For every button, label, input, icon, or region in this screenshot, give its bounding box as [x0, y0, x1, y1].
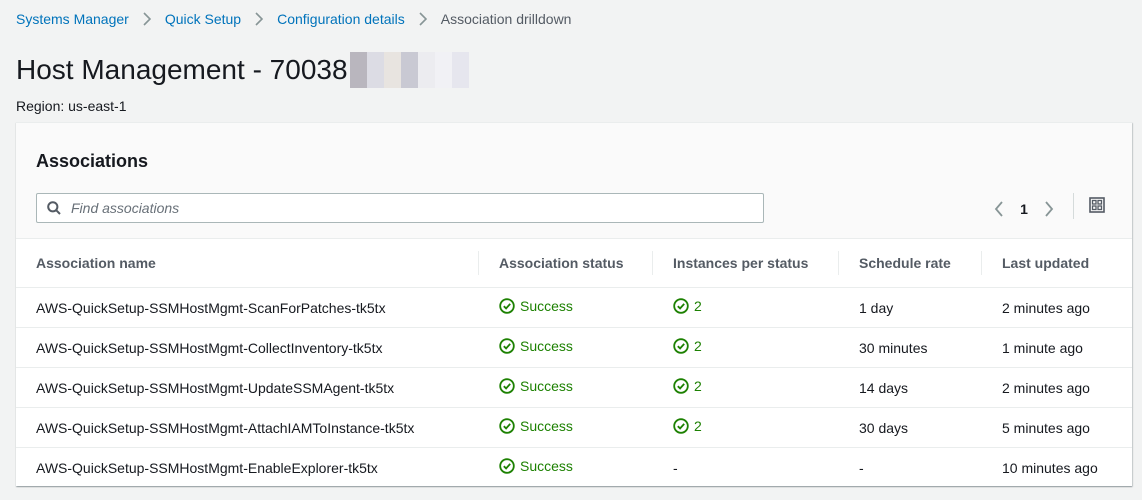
preferences-button[interactable]: [1089, 197, 1105, 213]
previous-page-button[interactable]: [986, 199, 1012, 219]
breadcrumb-current: Association drilldown: [440, 11, 572, 27]
table-row: AWS-QuickSetup-SSMHostMgmt-EnableExplore…: [16, 447, 1132, 487]
association-name: AWS-QuickSetup-SSMHostMgmt-UpdateSSMAgen…: [16, 367, 479, 408]
instances-per-status: -: [653, 447, 839, 487]
schedule-rate: 30 days: [839, 407, 982, 448]
association-name: AWS-QuickSetup-SSMHostMgmt-EnableExplore…: [16, 447, 479, 487]
page-title: Host Management - 70038: [16, 52, 469, 88]
success-check-icon: [499, 458, 515, 474]
search-input[interactable]: [69, 199, 763, 217]
associations-table: Association name Association status Inst…: [16, 239, 1132, 487]
success-check-icon: [499, 338, 515, 354]
column-header-instances-per-status[interactable]: Instances per status: [653, 239, 839, 288]
table-row: AWS-QuickSetup-SSMHostMgmt-ScanForPatche…: [16, 287, 1132, 328]
settings-grid-icon: [1089, 197, 1105, 213]
association-status: Success: [499, 418, 573, 434]
schedule-rate: 30 minutes: [839, 327, 982, 368]
chevron-right-icon: [405, 12, 441, 26]
breadcrumb-quick-setup[interactable]: Quick Setup: [165, 11, 241, 27]
association-name: AWS-QuickSetup-SSMHostMgmt-CollectInvent…: [16, 327, 479, 368]
last-updated: 10 minutes ago: [982, 447, 1132, 487]
breadcrumb-systems-manager[interactable]: Systems Manager: [16, 11, 129, 27]
associations-panel: Associations 1: [16, 122, 1132, 487]
success-check-icon: [499, 298, 515, 314]
association-status: Success: [499, 378, 573, 394]
success-check-icon: [499, 378, 515, 394]
last-updated: 1 minute ago: [982, 327, 1132, 368]
breadcrumb: Systems Manager Quick Setup Configuratio…: [16, 11, 571, 27]
table-row: AWS-QuickSetup-SSMHostMgmt-UpdateSSMAgen…: [16, 367, 1132, 408]
association-status: Success: [499, 298, 573, 314]
chevron-left-icon: [994, 201, 1003, 217]
panel-title: Associations: [36, 151, 149, 171]
pager-divider: [1073, 193, 1074, 219]
redacted-id-block: [349, 52, 469, 88]
association-status: Success: [499, 338, 573, 354]
table-row: AWS-QuickSetup-SSMHostMgmt-CollectInvent…: [16, 327, 1132, 368]
schedule-rate: 14 days: [839, 367, 982, 408]
search-box: [36, 193, 764, 223]
chevron-right-icon: [241, 12, 277, 26]
column-header-association-status[interactable]: Association status: [479, 239, 653, 288]
success-check-icon: [673, 298, 689, 314]
success-check-icon: [673, 418, 689, 434]
page-number[interactable]: 1: [1012, 201, 1036, 217]
instances-per-status: 2: [673, 378, 702, 394]
success-check-icon: [673, 338, 689, 354]
association-name: AWS-QuickSetup-SSMHostMgmt-ScanForPatche…: [16, 287, 479, 328]
last-updated: 5 minutes ago: [982, 407, 1132, 448]
instances-per-status: 2: [673, 298, 702, 314]
column-header-association-name[interactable]: Association name: [16, 239, 479, 288]
association-name: AWS-QuickSetup-SSMHostMgmt-AttachIAMToIn…: [16, 407, 479, 448]
page-title-text: Host Management - 70038: [16, 54, 348, 85]
table-row: AWS-QuickSetup-SSMHostMgmt-AttachIAMToIn…: [16, 407, 1132, 448]
search-icon: [47, 201, 61, 215]
success-check-icon: [499, 418, 515, 434]
association-status: Success: [499, 458, 573, 474]
instances-per-status: 2: [673, 418, 702, 434]
success-check-icon: [673, 378, 689, 394]
table-header-row: Association name Association status Inst…: [16, 239, 1132, 288]
pagination: 1: [986, 199, 1062, 219]
chevron-right-icon: [129, 12, 165, 26]
breadcrumb-configuration-details[interactable]: Configuration details: [277, 11, 405, 27]
instances-per-status: 2: [673, 338, 702, 354]
column-header-last-updated[interactable]: Last updated: [982, 239, 1132, 288]
column-header-schedule-rate[interactable]: Schedule rate: [839, 239, 982, 288]
schedule-rate: 1 day: [839, 287, 982, 328]
last-updated: 2 minutes ago: [982, 367, 1132, 408]
last-updated: 2 minutes ago: [982, 287, 1132, 328]
schedule-rate: -: [839, 447, 982, 487]
panel-header: Associations 1: [16, 123, 1132, 239]
region-label: Region: us-east-1: [16, 98, 127, 114]
next-page-button[interactable]: [1036, 199, 1062, 219]
chevron-right-icon: [1045, 201, 1054, 217]
